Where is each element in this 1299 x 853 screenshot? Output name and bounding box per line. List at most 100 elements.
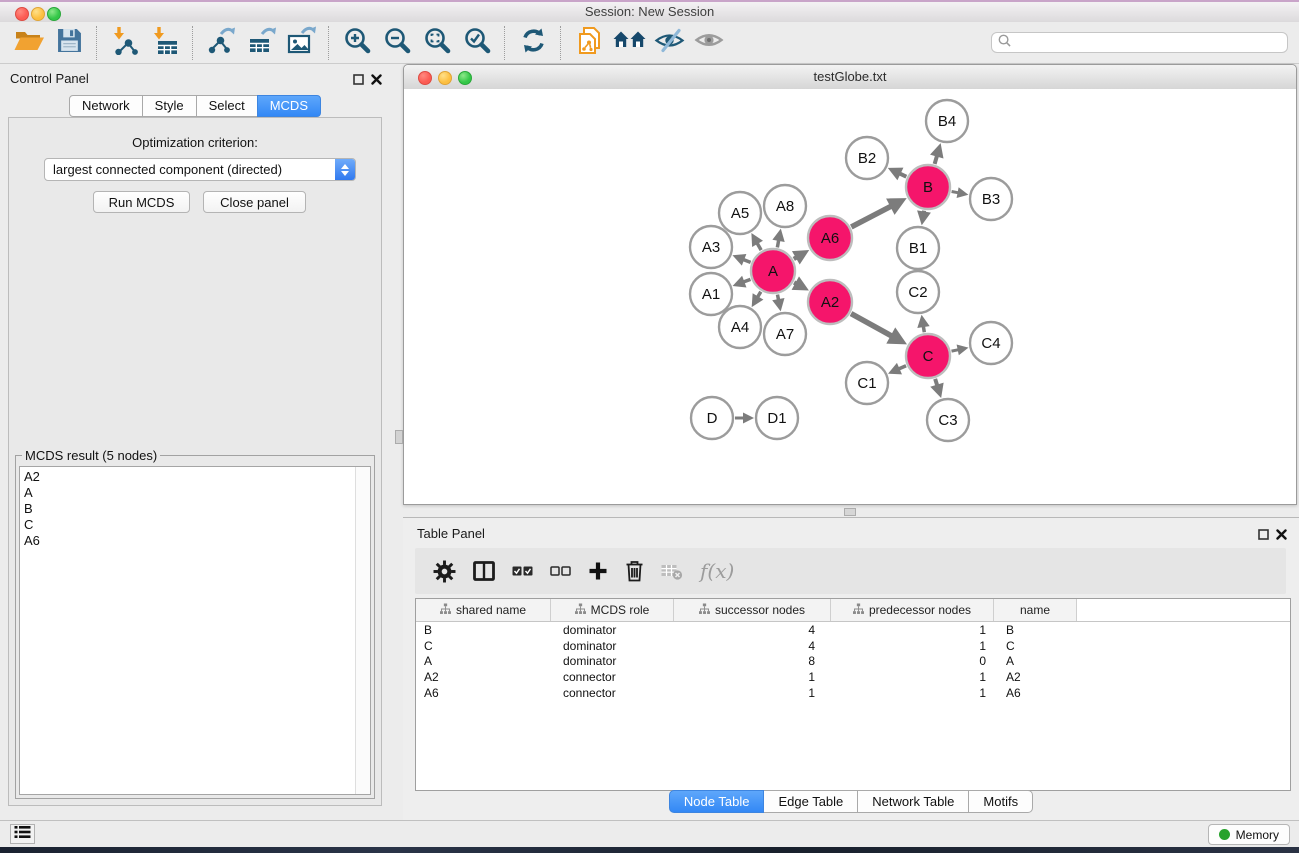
table-cell[interactable]: C (416, 639, 551, 653)
deselect-all-icon[interactable] (550, 566, 571, 576)
graph-node-A8[interactable]: A8 (764, 185, 806, 227)
table-cell[interactable]: A (994, 654, 1077, 668)
table-cell[interactable]: B (416, 623, 551, 637)
table-cell[interactable]: dominator (551, 654, 674, 668)
column-header-name[interactable]: name (994, 599, 1077, 621)
list-item[interactable]: B (20, 501, 354, 517)
run-mcds-button[interactable]: Run MCDS (93, 191, 190, 213)
table-row[interactable]: A2connector11A2 (416, 669, 1290, 685)
graph-node-A5[interactable]: A5 (719, 192, 761, 234)
graph-edge-A6-B[interactable] (851, 198, 906, 227)
network-canvas[interactable]: B4B2BB3A5A8A6B1A3AC2A1A2A4A7C4CC1C3DD1 (404, 89, 1296, 504)
graph-node-A2[interactable]: A2 (808, 280, 852, 324)
criterion-dropdown[interactable]: largest connected component (directed) (44, 158, 356, 181)
table-cell[interactable]: 4 (674, 623, 831, 637)
table-cell[interactable]: 1 (831, 639, 994, 653)
float-panel-icon[interactable] (353, 72, 364, 90)
clone-network-button[interactable] (572, 26, 606, 60)
graph-edge-B-B1[interactable] (917, 210, 931, 225)
search-field[interactable] (991, 32, 1288, 53)
table-cell[interactable]: connector (551, 670, 674, 684)
import-table-button[interactable] (148, 26, 182, 60)
horizontal-split-handle[interactable] (844, 508, 856, 516)
graph-edge-A-A4[interactable] (752, 292, 764, 308)
export-table-button[interactable] (244, 26, 278, 60)
tab-motifs[interactable]: Motifs (968, 790, 1033, 813)
table-cell[interactable]: 1 (831, 686, 994, 700)
graph-edge-A-A5[interactable] (751, 233, 763, 250)
graph-edge-A-A7[interactable] (772, 295, 784, 312)
graph-edge-A-A3[interactable] (732, 254, 750, 266)
tab-network-table[interactable]: Network Table (857, 790, 969, 813)
vertical-split-handle[interactable] (395, 430, 403, 444)
close-panel-button[interactable]: Close panel (203, 191, 306, 213)
graph-node-A3[interactable]: A3 (690, 226, 732, 268)
graph-edge-C-C4[interactable] (952, 344, 969, 355)
column-header-predecessor-nodes[interactable]: predecessor nodes (831, 599, 994, 621)
float-panel-icon[interactable] (1258, 527, 1269, 545)
zoom-in-button[interactable] (340, 26, 374, 60)
table-row[interactable]: A6connector11A6 (416, 685, 1290, 701)
close-panel-icon[interactable] (1276, 527, 1287, 545)
graph-edge-C-C1[interactable] (888, 363, 906, 374)
graph-node-B2[interactable]: B2 (846, 137, 888, 179)
hide-panels-button[interactable] (652, 26, 686, 60)
zoom-selected-button[interactable] (460, 26, 494, 60)
graph-node-C2[interactable]: C2 (897, 271, 939, 313)
graph-node-D[interactable]: D (691, 397, 733, 439)
graph-node-B1[interactable]: B1 (897, 227, 939, 269)
graph-edge-C-C2[interactable] (917, 315, 929, 333)
graph-edge-A2-C[interactable] (851, 314, 907, 345)
memory-button[interactable]: Memory (1208, 824, 1290, 845)
graph-node-C1[interactable]: C1 (846, 362, 888, 404)
graph-node-C[interactable]: C (906, 334, 950, 378)
graph-node-A1[interactable]: A1 (690, 273, 732, 315)
graph-edge-B-B3[interactable] (952, 187, 969, 198)
list-item[interactable]: A2 (20, 469, 354, 485)
table-cell[interactable]: A2 (994, 670, 1077, 684)
add-column-icon[interactable] (588, 561, 608, 581)
table-row[interactable]: Cdominator41C (416, 638, 1290, 654)
table-cell[interactable]: A (416, 654, 551, 668)
delete-table-icon[interactable] (661, 563, 683, 580)
close-panel-icon[interactable] (371, 72, 382, 90)
graph-node-B3[interactable]: B3 (970, 178, 1012, 220)
zoom-out-button[interactable] (380, 26, 414, 60)
scrollbar[interactable] (355, 467, 370, 794)
export-network-button[interactable] (204, 26, 238, 60)
graph-edge-A-A8[interactable] (772, 229, 784, 248)
table-cell[interactable]: A6 (994, 686, 1077, 700)
table-row[interactable]: Adominator80A (416, 654, 1290, 670)
table-cell[interactable]: A2 (416, 670, 551, 684)
table-cell[interactable]: C (994, 639, 1077, 653)
tab-node-table[interactable]: Node Table (669, 790, 765, 813)
network-overview-button[interactable] (612, 26, 646, 60)
graph-node-B4[interactable]: B4 (926, 100, 968, 142)
mcds-result-list[interactable]: A2ABCA6 (19, 466, 371, 795)
table-cell[interactable]: 4 (674, 639, 831, 653)
delete-column-icon[interactable] (625, 560, 644, 582)
list-item[interactable]: A (20, 485, 354, 501)
settings-gear-icon[interactable] (433, 560, 456, 583)
save-session-button[interactable] (52, 26, 86, 60)
graph-edge-B-B2[interactable] (888, 168, 907, 181)
graph-node-A6[interactable]: A6 (808, 216, 852, 260)
graph-node-A4[interactable]: A4 (719, 306, 761, 348)
table-cell[interactable]: 0 (831, 654, 994, 668)
open-session-button[interactable] (12, 26, 46, 60)
table-cell[interactable]: 8 (674, 654, 831, 668)
graph-edge-A-A1[interactable] (733, 276, 751, 288)
table-cell[interactable]: A6 (416, 686, 551, 700)
refresh-button[interactable] (516, 26, 550, 60)
column-header-successor-nodes[interactable]: successor nodes (674, 599, 831, 621)
graph-edge-D-D1[interactable] (735, 413, 754, 424)
column-header-shared-name[interactable]: shared name (416, 599, 551, 621)
task-history-button[interactable] (10, 824, 35, 844)
network-window-titlebar[interactable]: testGlobe.txt (404, 65, 1296, 90)
apply-function-icon[interactable]: f(x) (700, 559, 734, 583)
show-panels-button[interactable] (692, 26, 726, 60)
graph-node-A[interactable]: A (751, 249, 795, 293)
table-cell[interactable]: connector (551, 686, 674, 700)
table-cell[interactable]: 1 (674, 670, 831, 684)
table-cell[interactable]: dominator (551, 623, 674, 637)
